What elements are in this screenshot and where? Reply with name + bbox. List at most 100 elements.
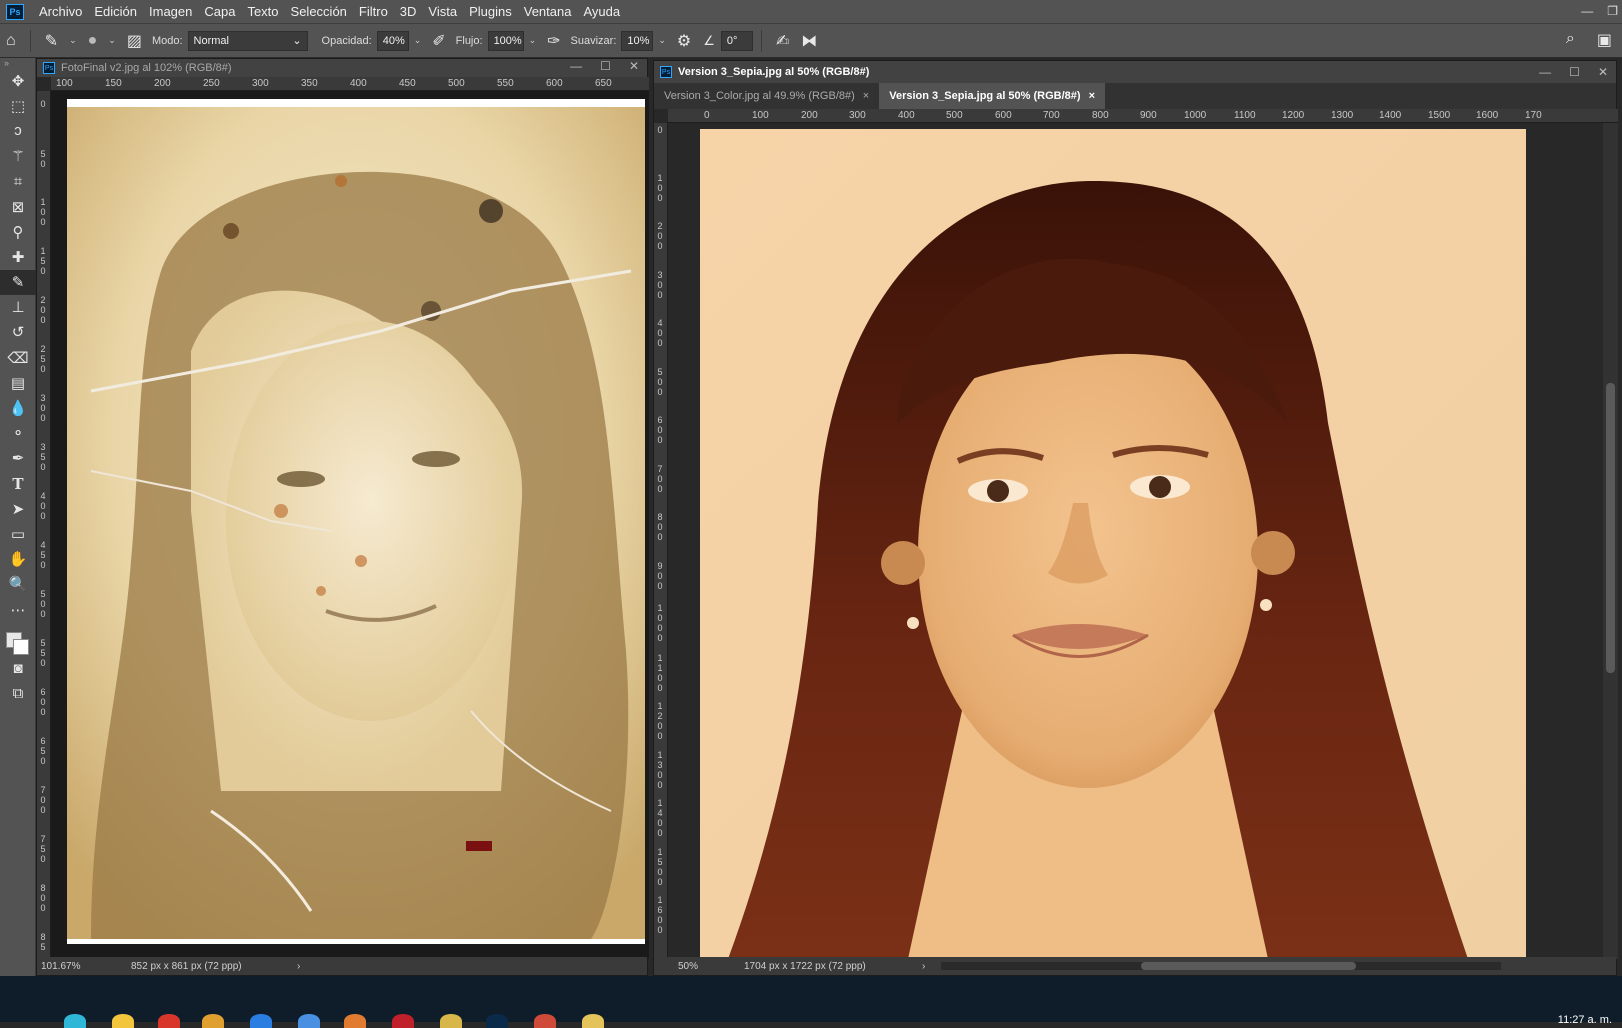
menu-filtro[interactable]: Filtro — [353, 0, 394, 24]
chevron-down-icon[interactable]: ⌄ — [108, 35, 116, 46]
hand-tool-icon[interactable]: ✋ — [0, 547, 36, 572]
background-color-swatch[interactable] — [13, 639, 29, 656]
ruler-tick: 400 — [40, 491, 46, 521]
photoshop-taskbar-icon[interactable] — [486, 1014, 508, 1028]
symmetry-icon[interactable]: ⧓ — [801, 31, 817, 51]
menu-vista[interactable]: Vista — [422, 0, 463, 24]
clone-stamp-icon[interactable]: ⊥ — [0, 295, 36, 320]
frame-tool-icon[interactable]: ⊠ — [0, 194, 36, 219]
restore-window-icon[interactable]: ❐ — [1607, 0, 1618, 22]
home-icon[interactable]: ⌂ — [6, 32, 16, 50]
minimize-window-icon[interactable]: — — [1581, 0, 1593, 22]
app-icon[interactable] — [534, 1014, 556, 1028]
crop-tool-icon[interactable]: ⌗ — [0, 169, 36, 194]
taskbar: 11:27 a. m. — [0, 976, 1622, 1028]
edge-browser-icon[interactable] — [64, 1014, 86, 1028]
ruler-tick: 250 — [40, 344, 46, 374]
app-icon[interactable] — [250, 1014, 272, 1028]
angle-input[interactable]: 0° — [720, 30, 753, 51]
scrollbar-thumb[interactable] — [1606, 383, 1615, 673]
app-icon[interactable] — [202, 1014, 224, 1028]
chevron-down-icon[interactable]: ⌄ — [658, 35, 666, 46]
close-doc-icon[interactable]: ✕ — [1598, 61, 1608, 83]
panel-collapse-icon[interactable]: » — [0, 58, 35, 68]
dodge-tool-icon[interactable]: ⚬ — [0, 421, 36, 446]
smoothing-input[interactable]: 10% — [621, 30, 654, 51]
menu-plugins[interactable]: Plugins — [463, 0, 518, 24]
app-icon[interactable] — [440, 1014, 462, 1028]
menu-3d[interactable]: 3D — [394, 0, 423, 24]
taskbar-clock[interactable]: 11:27 a. m. — [1558, 1014, 1612, 1026]
flow-input[interactable]: 100% — [487, 30, 524, 51]
brush-tool-icon[interactable]: ✎ — [0, 269, 36, 295]
lasso-tool-icon[interactable]: ↄ — [0, 118, 36, 143]
vertical-scrollbar[interactable] — [1603, 123, 1618, 959]
horizontal-scrollbar[interactable] — [941, 962, 1502, 970]
blur-tool-icon[interactable]: 💧 — [0, 395, 36, 420]
quick-mask-icon[interactable]: ◙ — [0, 656, 36, 681]
history-brush-icon[interactable]: ↺ — [0, 320, 36, 345]
opacity-input[interactable]: 40% — [376, 30, 409, 51]
type-tool-icon[interactable]: T — [0, 471, 36, 496]
chevron-down-icon[interactable]: ⌄ — [69, 35, 77, 46]
search-icon[interactable]: ⌕ — [1566, 30, 1575, 50]
right-canvas-area[interactable] — [668, 123, 1603, 959]
chevron-right-icon[interactable]: › — [297, 961, 300, 972]
zoom-tool-icon[interactable]: 🔍 — [0, 572, 36, 597]
menu-imagen[interactable]: Imagen — [143, 0, 198, 24]
more-tools-icon[interactable]: ⋯ — [0, 597, 36, 622]
brush-size-icon[interactable]: ● — [88, 32, 98, 50]
ruler-tick: 85 — [40, 932, 46, 952]
close-doc-icon[interactable]: ✕ — [629, 59, 639, 73]
app-icon[interactable] — [344, 1014, 366, 1028]
brush-settings-icon[interactable]: ▨ — [127, 31, 142, 51]
healing-brush-icon[interactable]: ✚ — [0, 244, 36, 269]
left-zoom-level[interactable]: 101.67% — [41, 961, 131, 972]
minimize-doc-icon[interactable]: — — [1539, 61, 1551, 83]
marquee-tool-icon[interactable]: ⬚ — [0, 93, 36, 118]
app-icon[interactable] — [392, 1014, 414, 1028]
app-icon[interactable] — [582, 1014, 604, 1028]
brush-preset-icon[interactable]: ✎ — [45, 31, 58, 51]
pressure-opacity-icon[interactable]: ✐ — [432, 31, 445, 51]
close-tab-icon[interactable]: × — [1089, 83, 1095, 109]
airbrush-icon[interactable]: ✑ — [547, 31, 560, 51]
right-zoom-level[interactable]: 50% — [678, 961, 744, 972]
path-selection-icon[interactable]: ➤ — [0, 496, 36, 521]
pen-tool-icon[interactable]: ✒ — [0, 446, 36, 471]
move-tool-icon[interactable]: ✥ — [0, 68, 36, 93]
menu-archivo[interactable]: Archivo — [33, 0, 88, 24]
mode-select[interactable]: Normal ⌄ — [187, 30, 308, 51]
menu-seleccion[interactable]: Selección — [285, 0, 353, 24]
chevron-down-icon[interactable]: ⌄ — [529, 35, 537, 46]
chevron-right-icon[interactable]: › — [922, 961, 925, 972]
rectangle-tool-icon[interactable]: ▭ — [0, 521, 36, 546]
menu-ventana[interactable]: Ventana — [518, 0, 578, 24]
tab-version3-sepia[interactable]: Version 3_Sepia.jpg al 50% (RGB/8#) × — [879, 83, 1106, 109]
gradient-tool-icon[interactable]: ▤ — [0, 370, 36, 395]
menu-edicion[interactable]: Edición — [88, 0, 143, 24]
menu-capa[interactable]: Capa — [198, 0, 241, 24]
eyedropper-icon[interactable]: ⚲ — [0, 219, 36, 244]
maximize-doc-icon[interactable]: ☐ — [1569, 61, 1580, 83]
magic-wand-icon[interactable]: ⚚ — [0, 144, 36, 169]
gear-icon[interactable]: ⚙ — [677, 31, 691, 51]
menu-ayuda[interactable]: Ayuda — [577, 0, 626, 24]
tab-version3-color[interactable]: Version 3_Color.jpg al 49.9% (RGB/8#) × — [654, 83, 879, 109]
menu-texto[interactable]: Texto — [241, 0, 284, 24]
left-canvas-area[interactable] — [51, 91, 649, 959]
eraser-icon[interactable]: ⌫ — [0, 345, 36, 370]
ruler-tick: 550 — [497, 78, 514, 89]
close-tab-icon[interactable]: × — [863, 83, 869, 109]
scrollbar-thumb[interactable] — [1141, 962, 1357, 970]
ruler-tick: 1100 — [657, 653, 663, 693]
chevron-down-icon[interactable]: ⌄ — [414, 35, 422, 46]
pressure-size-icon[interactable]: ✍ — [776, 31, 789, 51]
app-icon[interactable] — [158, 1014, 180, 1028]
workspace-icon[interactable]: ▣ — [1597, 30, 1612, 50]
minimize-doc-icon[interactable]: — — [570, 59, 582, 73]
file-explorer-icon[interactable] — [112, 1014, 134, 1028]
maximize-doc-icon[interactable]: ☐ — [600, 59, 611, 73]
app-icon[interactable] — [298, 1014, 320, 1028]
screen-mode-icon[interactable]: ⧉ — [0, 681, 36, 706]
